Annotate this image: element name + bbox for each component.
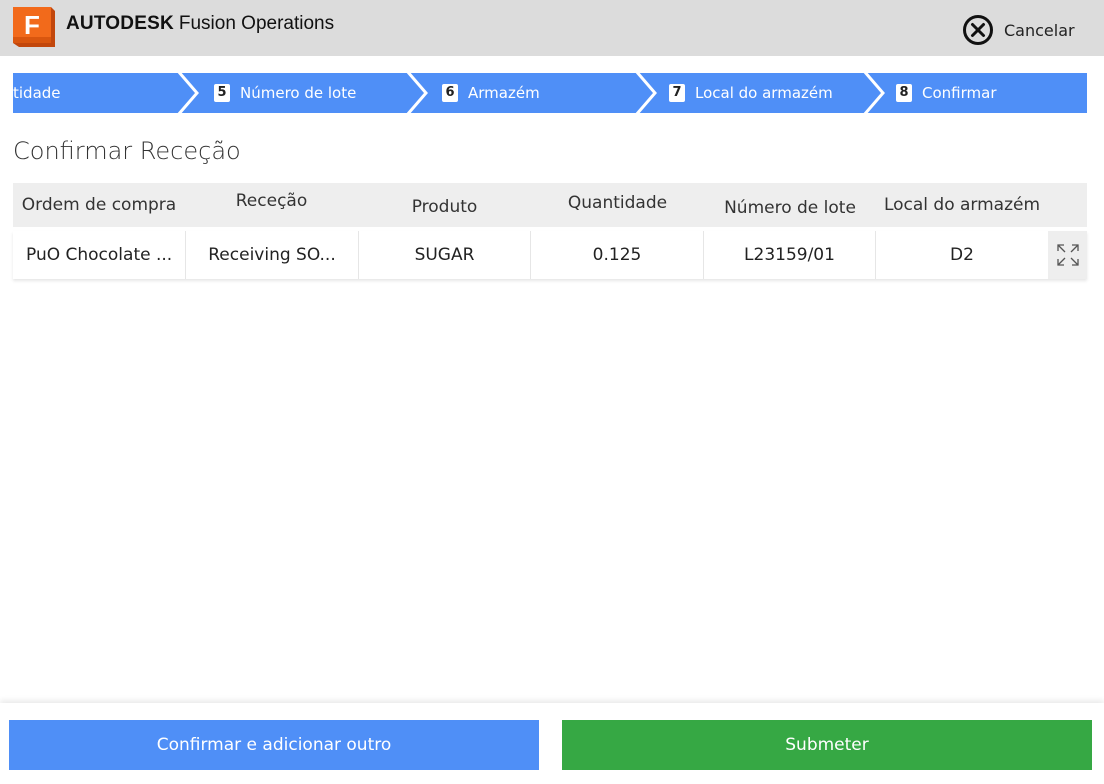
cell-local-do-armazem: D2 <box>950 245 974 265</box>
step-armazem[interactable]: 6 Armazém <box>442 73 540 113</box>
chevron-right-icon <box>863 73 885 113</box>
expand-icon <box>1056 244 1079 266</box>
cell-rececao: Receiving SO... <box>186 231 359 279</box>
table-header: Ordem de compra Receção Produto Quantida… <box>13 183 1087 227</box>
cell-produto: SUGAR <box>359 231 531 279</box>
cancel-label: Cancelar <box>1004 20 1075 40</box>
step-number: 6 <box>442 84 458 102</box>
confirm-and-add-button[interactable]: Confirmar e adicionar outro <box>9 720 539 770</box>
step-number: 5 <box>214 84 230 102</box>
chevron-right-icon <box>635 73 657 113</box>
fusion-logo-icon: F <box>13 7 55 47</box>
table-row[interactable]: PuO Chocolate ... Receiving SO... SUGAR … <box>13 231 1087 279</box>
step-label: Local do armazém <box>695 84 833 102</box>
brand-product: Fusion Operations <box>178 13 335 34</box>
step-numero-de-lote[interactable]: 5 Número de lote <box>214 73 356 113</box>
brand-title: AUTODESK Fusion Operations <box>66 12 334 36</box>
column-header: Quantidade <box>567 193 668 213</box>
cell-quantidade: 0.125 <box>531 231 704 279</box>
cell-ordem-de-compra: PuO Chocolate ... <box>13 231 186 279</box>
step-label: tidade <box>13 84 61 102</box>
step-label: Armazém <box>468 84 540 102</box>
step-label: Confirmar <box>922 84 997 102</box>
chevron-right-icon <box>406 73 428 113</box>
expand-row-button[interactable] <box>1048 231 1087 279</box>
step-confirmar[interactable]: 8 Confirmar <box>896 73 996 113</box>
step-label: Número de lote <box>240 84 357 102</box>
close-circle-icon <box>963 15 993 45</box>
cell-numero-de-lote: L23159/01 <box>704 231 876 279</box>
column-header: Local do armazém <box>883 195 1041 215</box>
page-title: Confirmar Receção <box>13 137 241 165</box>
column-header: Produto <box>411 197 478 217</box>
submit-button[interactable]: Submeter <box>562 720 1092 770</box>
step-number: 8 <box>896 84 912 102</box>
column-header: Número de lote <box>724 198 856 218</box>
cancel-button[interactable]: Cancelar <box>962 14 1075 46</box>
step-number: 7 <box>669 84 685 102</box>
step-quantidade[interactable]: tidade <box>13 73 61 113</box>
chevron-right-icon <box>177 73 199 113</box>
column-header: Ordem de compra <box>21 195 177 215</box>
wizard-stepper: tidade 5 Número de lote 6 Armazém 7 Loca… <box>13 73 1087 113</box>
logo-letter: F <box>24 10 40 40</box>
brand-main: AUTODESK <box>66 13 174 34</box>
app-header: F AUTODESK Fusion Operations Cancelar <box>0 0 1104 56</box>
step-local-do-armazem[interactable]: 7 Local do armazém <box>669 73 833 113</box>
column-header: Receção <box>235 191 308 211</box>
action-footer: Confirmar e adicionar outro Submeter <box>0 703 1104 784</box>
